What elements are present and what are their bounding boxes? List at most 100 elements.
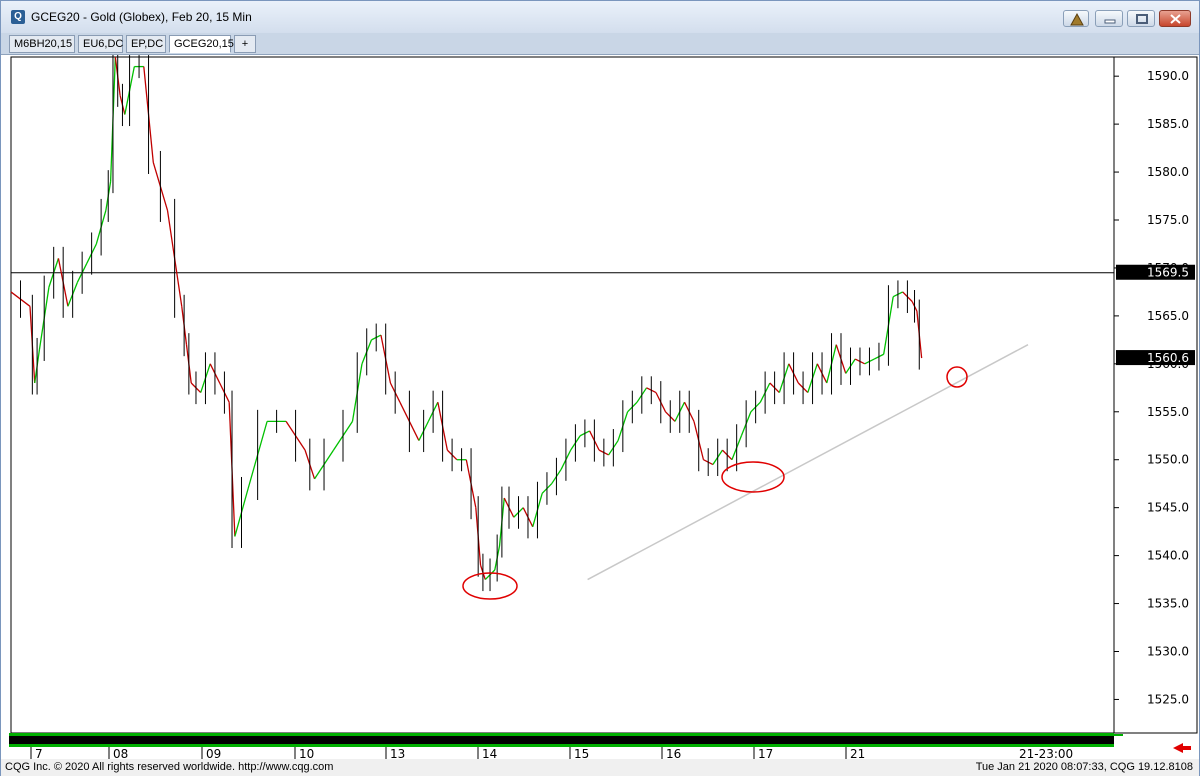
session-mark [1075,734,1087,736]
session-mark [877,734,889,736]
chart-window: Q GCEG20 - Gold (Globex), Feb 20, 15 Min… [0,0,1200,776]
session-mark [67,734,79,736]
session-mark [913,734,925,736]
bell-icon [1070,12,1084,26]
session-mark [211,734,223,736]
session-mark [535,734,547,736]
chart-area[interactable]: 1590.01585.01580.01575.01570.01565.01560… [1,45,1199,761]
y-tick-label: 1540.0 [1147,549,1189,563]
minimize-button[interactable] [1095,10,1123,27]
minimize-icon [1104,19,1116,24]
y-tick-label: 1550.0 [1147,453,1189,467]
session-mark [733,734,745,736]
session-mark [553,734,565,736]
x-tick-label: 13 [390,747,405,759]
y-tick-label: 1535.0 [1147,597,1189,611]
session-mark [1021,734,1033,736]
maximize-icon [1136,14,1148,24]
session-mark [805,734,817,736]
alert-bell-button[interactable] [1063,10,1089,27]
y-tick-label: 1575.0 [1147,213,1189,227]
session-mark [391,734,403,736]
x-time-label: 21-23:00 [1019,747,1073,759]
tab-gceg20[interactable]: GCEG20,15 [169,35,234,53]
price-axis [1113,56,1198,734]
titlebar[interactable]: Q GCEG20 - Gold (Globex), Feb 20, 15 Min [1,1,1199,33]
last-price-label: 1560.6 [1147,351,1189,365]
session-mark [841,734,853,736]
x-tick-label: 15 [574,747,589,759]
x-tick-label: 14 [482,747,497,759]
tab-m6bh20[interactable]: M6BH20,15 [9,35,75,53]
x-tick-label: 09 [206,747,221,759]
session-mark [697,734,709,736]
x-tick-label: 16 [666,747,681,759]
tab-ep[interactable]: EP,DC [126,35,166,53]
session-mark [823,734,835,736]
add-tab-button[interactable]: + [234,35,256,53]
session-mark [1093,734,1105,736]
session-mark [769,734,781,736]
session-mark [283,734,295,736]
status-datetime: Tue Jan 21 2020 08:07:33, CQG 19.12.8108 [975,761,1193,773]
session-mark [301,734,313,736]
session-mark [679,734,691,736]
session-mark [85,734,97,736]
session-mark [967,734,979,736]
x-tick-label: 21 [850,747,865,759]
session-mark [517,734,529,736]
session-mark [229,734,241,736]
session-mark [1003,734,1015,736]
session-mark [1057,734,1069,736]
y-tick-label: 1545.0 [1147,501,1189,515]
y-tick-label: 1565.0 [1147,309,1189,323]
copyright-text: CQG Inc. © 2020 All rights reserved worl… [5,761,334,773]
session-mark [445,734,457,736]
session-mark [787,734,799,736]
session-mark [751,734,763,736]
session-mark [31,734,43,736]
session-mark [265,734,277,736]
status-bar: CQG Inc. © 2020 All rights reserved worl… [1,759,1199,776]
y-tick-label: 1580.0 [1147,165,1189,179]
x-tick-label: 10 [299,747,314,759]
session-mark [895,734,907,736]
session-mark [859,734,871,736]
session-mark [481,734,493,736]
session-mark [409,734,421,736]
session-mark [1111,734,1123,736]
session-mark [625,734,637,736]
session-mark [319,734,331,736]
close-icon [1170,14,1181,24]
app-icon: Q [11,10,25,24]
y-tick-label: 1555.0 [1147,405,1189,419]
session-mark [571,734,583,736]
y-tick-label: 1525.0 [1147,692,1189,706]
close-button[interactable] [1159,10,1191,27]
session-mark [607,734,619,736]
session-mark [175,734,187,736]
time-axis-inner [9,736,1114,744]
symbol-tabs: M6BH20,15 EU6,DC EP,DC GCEG20,15 + [1,33,1199,55]
session-mark [715,734,727,736]
session-mark [949,734,961,736]
session-mark [931,734,943,736]
session-mark [247,734,259,736]
session-mark [103,734,115,736]
x-tick-label: 08 [113,747,128,759]
session-mark [13,734,25,736]
y-tick-label: 1585.0 [1147,117,1189,131]
session-mark [661,734,673,736]
y-tick-label: 1530.0 [1147,644,1189,658]
session-mark [499,734,511,736]
session-mark [589,734,601,736]
price-chart[interactable]: 1590.01585.01580.01575.01570.01565.01560… [1,45,1199,761]
session-mark [157,734,169,736]
maximize-button[interactable] [1127,10,1155,27]
session-mark [193,734,205,736]
session-mark [355,734,367,736]
tab-eu6[interactable]: EU6,DC [78,35,123,53]
session-mark [337,734,349,736]
x-tick-label: 17 [758,747,773,759]
session-mark [463,734,475,736]
